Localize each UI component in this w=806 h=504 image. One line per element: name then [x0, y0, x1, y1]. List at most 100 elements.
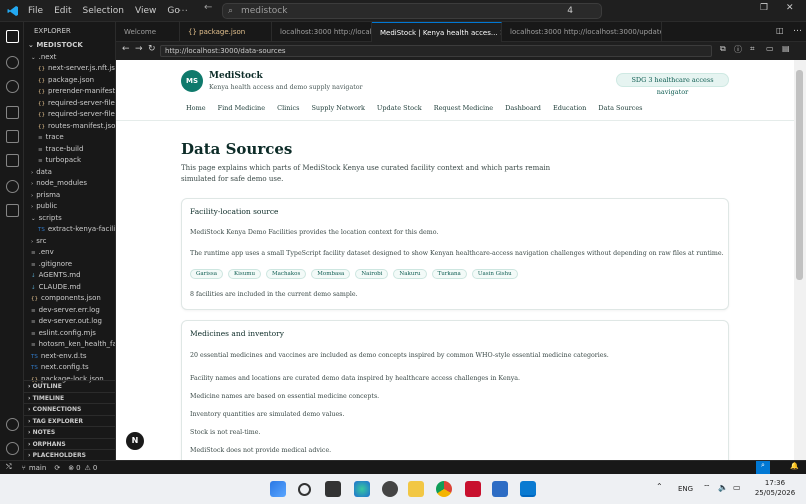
- info-icon[interactable]: ⓘ: [734, 44, 742, 55]
- explorer-item[interactable]: ≡ turbopack: [24, 155, 115, 167]
- extensions-icon[interactable]: [6, 130, 19, 143]
- site-brand[interactable]: MS MediStock Kenya health access and dem…: [181, 70, 363, 92]
- explorer-item[interactable]: › node_modules: [24, 178, 115, 190]
- sync-icon[interactable]: ⟳: [54, 464, 60, 472]
- explorer-section[interactable]: › PLACEHOLDERS: [24, 449, 115, 460]
- volume-icon[interactable]: 🔈: [718, 483, 728, 492]
- warning-count[interactable]: 0: [93, 464, 97, 472]
- command-center[interactable]: ⌕ medistock 4: [222, 3, 602, 19]
- nav-update-stock[interactable]: Update Stock: [377, 104, 422, 112]
- start-menu-icon[interactable]: [270, 481, 286, 497]
- close-window-icon[interactable]: ✕: [786, 3, 794, 13]
- error-count[interactable]: 0: [76, 464, 80, 472]
- branch-name[interactable]: main: [29, 464, 47, 472]
- input-language[interactable]: ENG: [678, 485, 693, 493]
- explorer-section[interactable]: › NOTES: [24, 426, 115, 438]
- nav-home[interactable]: Home: [186, 104, 206, 112]
- search-taskbar-icon[interactable]: [298, 483, 311, 496]
- wifi-icon[interactable]: ⌔: [703, 483, 711, 493]
- explorer-section[interactable]: › OUTLINE: [24, 380, 115, 392]
- nav-find-medicine[interactable]: Find Medicine: [218, 104, 266, 112]
- scrollbar-thumb[interactable]: [796, 70, 803, 280]
- vscode-taskbar-icon[interactable]: [520, 481, 536, 497]
- restore-window-icon[interactable]: ❐: [760, 3, 768, 13]
- tab-medistock[interactable]: MediStock | Kenya health acces... ✕: [372, 22, 502, 42]
- browser-reload-icon[interactable]: ↻: [148, 44, 156, 54]
- browser-back-icon[interactable]: ←: [122, 44, 130, 54]
- explorer-item[interactable]: ≡ .gitignore: [24, 259, 115, 271]
- notifications-icon[interactable]: 🔔: [790, 462, 799, 470]
- explorer-item[interactable]: TS next-env.d.ts: [24, 351, 115, 363]
- explorer-item[interactable]: ⌄ scripts: [24, 213, 115, 225]
- nav-request-medicine[interactable]: Request Medicine: [434, 104, 493, 112]
- explorer-item[interactable]: {}prerender-manifest.js...: [24, 86, 115, 98]
- explorer-files-icon[interactable]: [6, 30, 19, 43]
- menu-file[interactable]: File: [28, 6, 43, 16]
- layout-icon[interactable]: ▤: [782, 44, 790, 53]
- explorer-section[interactable]: › TIMELINE: [24, 391, 115, 404]
- explorer-item[interactable]: {} components.json: [24, 293, 115, 305]
- account-icon[interactable]: [6, 418, 19, 431]
- nav-supply-network[interactable]: Supply Network: [311, 104, 364, 112]
- explorer-item[interactable]: ≡ dev-server.err.log: [24, 305, 115, 317]
- tab-welcome[interactable]: Welcome: [116, 22, 180, 42]
- run-debug-icon[interactable]: [6, 106, 19, 119]
- split-editor-icon[interactable]: ◫: [776, 26, 784, 35]
- inspect-icon[interactable]: ⌗: [750, 44, 755, 54]
- explorer-item[interactable]: TSextract-kenya-faciliti...: [24, 224, 115, 236]
- acrobat-icon[interactable]: [465, 481, 481, 497]
- explorer-item[interactable]: ≡ trace: [24, 132, 115, 144]
- remote-icon[interactable]: ⤭: [6, 463, 12, 472]
- explorer-section[interactable]: › CONNECTIONS: [24, 403, 115, 415]
- testing-icon[interactable]: [6, 204, 19, 217]
- explorer-item[interactable]: › public: [24, 201, 115, 213]
- search-icon[interactable]: [6, 56, 19, 69]
- chrome-icon[interactable]: [436, 481, 452, 497]
- explorer-section[interactable]: › ORPHANS: [24, 437, 115, 450]
- open-external-icon[interactable]: ⧉: [720, 44, 726, 54]
- explorer-item[interactable]: ≡ dev-server.out.log: [24, 316, 115, 328]
- clock[interactable]: 17:36 25/05/2026: [754, 479, 796, 497]
- tab-localhost-root[interactable]: localhost:3000 http://localhost:3000/: [272, 22, 372, 42]
- nav-dashboard[interactable]: Dashboard: [505, 104, 541, 112]
- source-control-icon[interactable]: [6, 80, 19, 93]
- zoom-icon[interactable]: ⌕: [756, 461, 770, 474]
- browser-forward-icon[interactable]: →: [135, 44, 143, 54]
- back-arrow-icon[interactable]: ←: [204, 2, 212, 13]
- explorer-item[interactable]: {} package.json: [24, 75, 115, 87]
- explorer-item[interactable]: ⌄ .next: [24, 52, 115, 64]
- explorer-section[interactable]: › TAG EXPLORER: [24, 414, 115, 427]
- explorer-item[interactable]: {}required-server-files.j...: [24, 109, 115, 121]
- explorer-item[interactable]: › prisma: [24, 190, 115, 202]
- explorer-root[interactable]: ⌄ MEDISTOCK: [24, 40, 115, 52]
- explorer-item[interactable]: ≡ hotosm_ken_health_fa...: [24, 339, 115, 351]
- tab-localhost-update-stock[interactable]: localhost:3000 http://localhost:3000/upd…: [502, 22, 662, 42]
- tab-package-json[interactable]: {} package.json: [180, 22, 272, 42]
- explorer-item[interactable]: {} routes-manifest.json: [24, 121, 115, 133]
- file-explorer-icon[interactable]: [408, 481, 424, 497]
- explorer-item[interactable]: ≡ eslint.config.mjs: [24, 328, 115, 340]
- more-actions-icon[interactable]: …: [793, 24, 802, 34]
- menu-view[interactable]: View: [135, 6, 156, 16]
- explorer-item[interactable]: › src: [24, 236, 115, 248]
- browser-url-input[interactable]: http://localhost:3000/data-sources: [160, 45, 712, 57]
- nav-data-sources[interactable]: Data Sources: [598, 104, 642, 112]
- app-icon[interactable]: [382, 481, 398, 497]
- python-icon[interactable]: [6, 180, 19, 193]
- page-scrollbar[interactable]: [794, 60, 806, 460]
- tray-chevron-icon[interactable]: ⌃: [656, 482, 663, 491]
- more-menu-icon[interactable]: …: [178, 3, 188, 14]
- menu-selection[interactable]: Selection: [83, 6, 124, 16]
- task-view-icon[interactable]: [325, 481, 341, 497]
- notepad-icon[interactable]: [492, 481, 508, 497]
- remote-explorer-icon[interactable]: [6, 154, 19, 167]
- battery-icon[interactable]: ▭: [733, 483, 741, 492]
- nav-clinics[interactable]: Clinics: [277, 104, 299, 112]
- explorer-item[interactable]: ↓ AGENTS.md: [24, 270, 115, 282]
- gear-icon[interactable]: [6, 442, 19, 455]
- explorer-item[interactable]: ≡ .env: [24, 247, 115, 259]
- edge-icon[interactable]: [354, 481, 370, 497]
- next-devtools-button[interactable]: N: [126, 432, 144, 450]
- explorer-item[interactable]: ↓ CLAUDE.md: [24, 282, 115, 294]
- device-icon[interactable]: ▭: [766, 44, 774, 53]
